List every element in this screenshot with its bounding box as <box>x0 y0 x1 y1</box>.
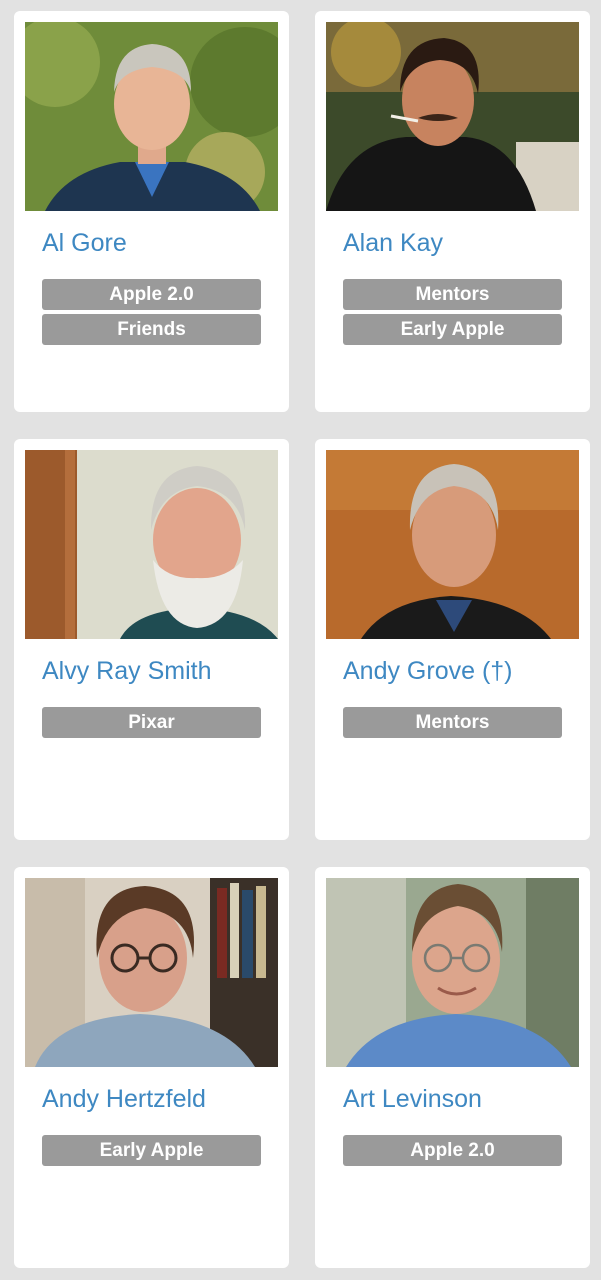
person-name-link[interactable]: Al Gore <box>42 229 127 258</box>
tag-list: Mentors Early Apple <box>343 279 562 349</box>
person-name-link[interactable]: Andy Hertzfeld <box>42 1085 206 1114</box>
person-name-link[interactable]: Alan Kay <box>343 229 443 258</box>
person-name-link[interactable]: Andy Grove (†) <box>343 657 513 686</box>
person-photo[interactable] <box>326 450 579 639</box>
tag-button[interactable]: Pixar <box>42 707 261 738</box>
person-photo[interactable] <box>25 450 278 639</box>
person-card[interactable]: Alan Kay Mentors Early Apple <box>315 11 590 412</box>
person-card[interactable]: Andy Grove (†) Mentors <box>315 439 590 840</box>
tag-button[interactable]: Apple 2.0 <box>42 279 261 310</box>
tag-button[interactable]: Mentors <box>343 279 562 310</box>
person-name-link[interactable]: Art Levinson <box>343 1085 482 1114</box>
tag-button[interactable]: Friends <box>42 314 261 345</box>
person-card[interactable]: Alvy Ray Smith Pixar <box>14 439 289 840</box>
tag-button[interactable]: Mentors <box>343 707 562 738</box>
person-card[interactable]: Andy Hertzfeld Early Apple <box>14 867 289 1268</box>
tag-list: Mentors <box>343 707 562 742</box>
tag-list: Early Apple <box>42 1135 261 1170</box>
people-grid: Al Gore Apple 2.0 Friends Alan Kay Mento… <box>0 0 601 1280</box>
person-photo[interactable] <box>25 22 278 211</box>
tag-button[interactable]: Early Apple <box>42 1135 261 1166</box>
person-photo[interactable] <box>25 878 278 1067</box>
person-card[interactable]: Art Levinson Apple 2.0 <box>315 867 590 1268</box>
tag-list: Pixar <box>42 707 261 742</box>
tag-button[interactable]: Early Apple <box>343 314 562 345</box>
person-photo[interactable] <box>326 22 579 211</box>
person-card[interactable]: Al Gore Apple 2.0 Friends <box>14 11 289 412</box>
person-name-link[interactable]: Alvy Ray Smith <box>42 657 211 686</box>
person-photo[interactable] <box>326 878 579 1067</box>
tag-list: Apple 2.0 Friends <box>42 279 261 349</box>
tag-button[interactable]: Apple 2.0 <box>343 1135 562 1166</box>
tag-list: Apple 2.0 <box>343 1135 562 1170</box>
